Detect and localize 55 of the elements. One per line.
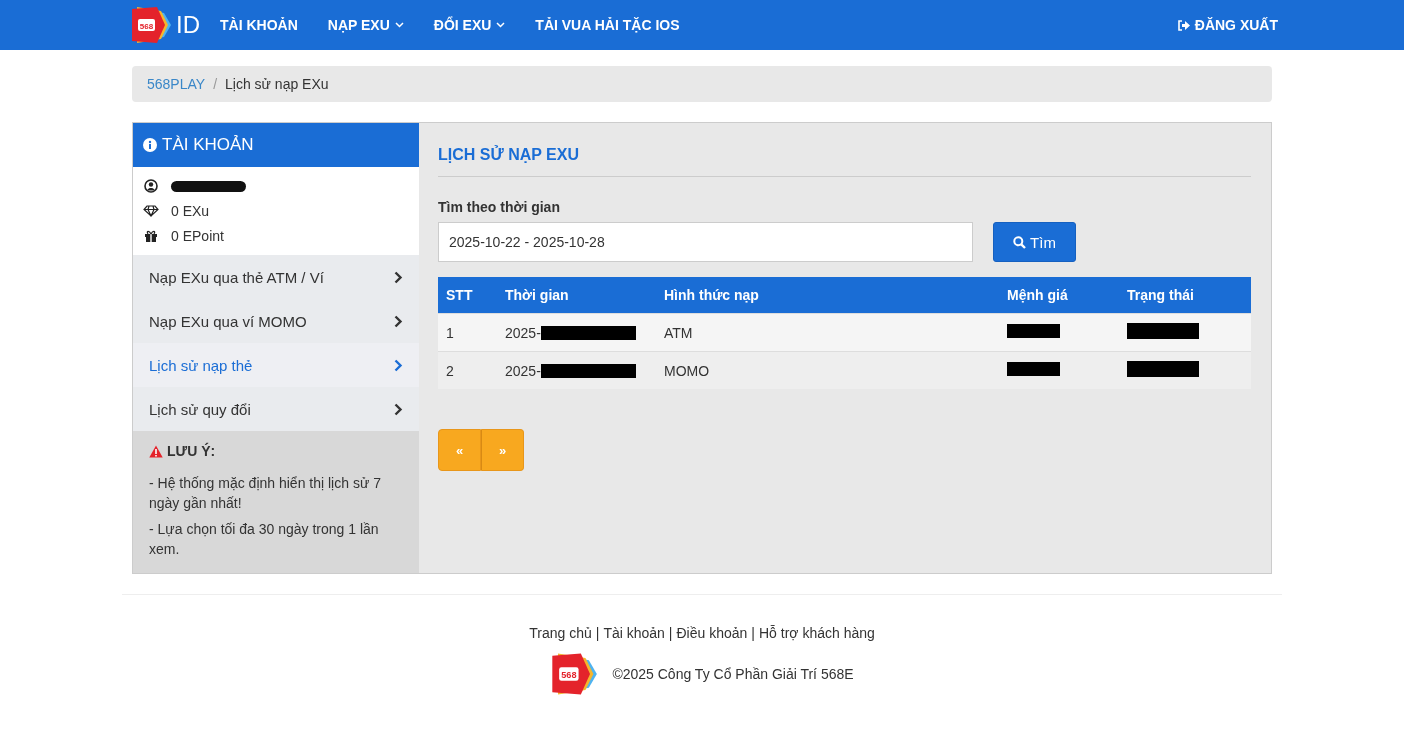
- table-cell: 1: [446, 324, 454, 341]
- logout-link[interactable]: ĐĂNG XUẤT: [1177, 17, 1278, 33]
- link-separator: |: [668, 625, 673, 641]
- table-cell: 2025-: [505, 362, 541, 379]
- date-range-field[interactable]: 2025-10-22 - 2025-10-28: [438, 222, 973, 262]
- table-cell: MOMO: [664, 362, 710, 379]
- table-cell: 2025-: [505, 324, 541, 341]
- nav-link[interactable]: ĐỔI EXU: [433, 17, 506, 33]
- field-label: Tìm theo thời gian: [438, 199, 561, 215]
- column-header: Hình thức nạp: [656, 277, 999, 314]
- breadcrumb-separator: /: [213, 76, 217, 92]
- caret-icon: [394, 22, 404, 28]
- table-cell: ATM: [664, 324, 693, 341]
- link-separator: |: [751, 625, 755, 641]
- link-separator: |: [595, 625, 600, 641]
- breadcrumb-item[interactable]: 568PLAY: [147, 76, 206, 92]
- sign-out-icon: [1177, 19, 1190, 31]
- column-header: STT: [438, 277, 497, 314]
- balance-text: 0 EXu: [171, 203, 210, 219]
- search-icon: [1013, 235, 1027, 249]
- column-header: Thời gian: [497, 277, 656, 314]
- copyright-text: ©2025 Công Ty Cổ Phần Giải Trí 568E: [612, 666, 854, 682]
- table-cell: 2: [446, 362, 454, 379]
- gift-icon: [143, 230, 159, 242]
- nav-link[interactable]: TÀI KHOẢN: [220, 17, 298, 33]
- sidebar-title: TÀI KHOẢN: [162, 135, 254, 155]
- note-text: - Lựa chọn tối đa 30 ngày trong 1 lần xem.: [149, 520, 380, 559]
- footer-link[interactable]: Tài khoản: [603, 625, 665, 641]
- info-icon: [143, 138, 157, 152]
- search-button[interactable]: Tìm: [993, 222, 1076, 262]
- logo-text[interactable]: ID: [176, 11, 200, 39]
- diamond-icon: [143, 205, 159, 217]
- sidebar-menu-item[interactable]: Lịch sử nạp thẻ: [133, 343, 419, 387]
- column-header: Trạng thái: [1119, 277, 1251, 314]
- sidebar-menu-item[interactable]: Nạp EXu qua ví MOMO: [133, 299, 419, 343]
- chevron-right-icon: [394, 402, 403, 416]
- balance-text: 0 EPoint: [171, 228, 224, 244]
- warning-icon: [149, 444, 163, 458]
- user-icon: [143, 179, 159, 193]
- chevron-right-icon: [394, 314, 403, 328]
- note-title: LƯU Ý:: [167, 443, 216, 459]
- caret-icon: [496, 22, 506, 28]
- sidebar-menu-item[interactable]: Nạp EXu qua thẻ ATM / Ví: [133, 255, 419, 299]
- footer-link[interactable]: Trang chủ: [529, 625, 592, 641]
- note-text: - Hệ thống mặc định hiển thị lịch sử 7 ngày gần nhất!: [149, 474, 382, 513]
- nav-link[interactable]: NẠP EXU: [327, 17, 404, 33]
- column-header: Mệnh giá: [999, 277, 1119, 314]
- nav-link[interactable]: TẢI VUA HẢI TẶC IOS: [535, 17, 680, 33]
- chevron-right-icon: [394, 270, 403, 284]
- chevron-right-icon: [394, 358, 403, 372]
- footer-link[interactable]: Điều khoản: [676, 625, 748, 641]
- footer-link[interactable]: Hỗ trợ khách hàng: [758, 625, 875, 641]
- breadcrumb-item[interactable]: Lịch sử nạp EXu: [225, 76, 329, 92]
- sidebar-menu-item[interactable]: Lịch sử quy đổi: [133, 387, 419, 431]
- page-title: LỊCH SỬ NẠP EXU: [438, 143, 1251, 177]
